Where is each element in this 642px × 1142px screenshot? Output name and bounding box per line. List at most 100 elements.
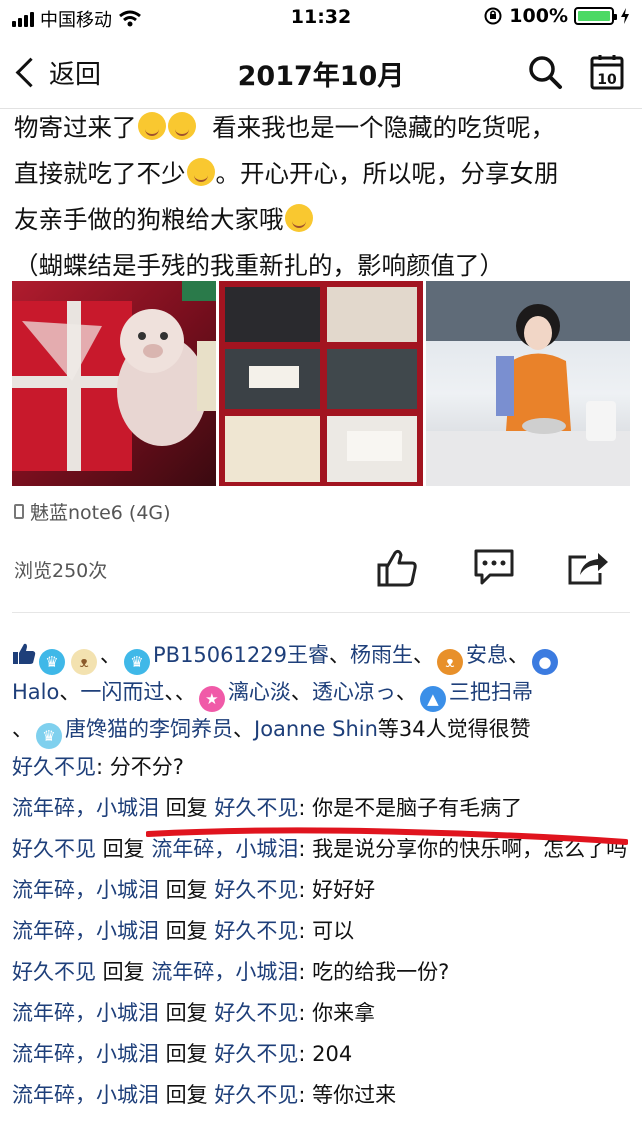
comment[interactable]: 好久不见: 分不分? bbox=[12, 752, 634, 782]
comment-text: : 等你过来 bbox=[298, 1083, 397, 1107]
photo-gift-box[interactable] bbox=[12, 281, 216, 486]
like-user-8[interactable]: 三把扫帚 bbox=[449, 680, 533, 704]
comment-author[interactable]: 流年碎，小城泪 bbox=[12, 796, 159, 820]
comment[interactable]: 流年碎，小城泪 回复 好久不见: 你是不是脑子有毛病了 bbox=[12, 793, 634, 823]
status-right: 100% bbox=[483, 5, 630, 27]
nav-bar: 返回 2017年10月 10 bbox=[0, 34, 642, 109]
comment-text: : 好好好 bbox=[298, 878, 376, 902]
comment-reply-to[interactable]: 流年碎，小城泪 bbox=[151, 837, 298, 861]
likes-line-1: ♛ ᴥ、 ♛ PB15061229王睿、杨雨生、 ᴥ 安息、 ● bbox=[12, 638, 634, 675]
charging-icon bbox=[621, 8, 629, 24]
comment-author[interactable]: 流年碎，小城泪 bbox=[12, 1083, 159, 1107]
comment-author[interactable]: 流年碎，小城泪 bbox=[12, 878, 159, 902]
calendar-day-label: 10 bbox=[597, 72, 617, 88]
comment-text: : 我是说分享你的快乐啊，怎么了吗 bbox=[298, 837, 628, 861]
gift-box-illustration bbox=[12, 281, 216, 471]
like-user-1[interactable]: PB15061229王睿 bbox=[153, 643, 329, 667]
comment-reply-word: 回复 bbox=[159, 1083, 215, 1107]
like-user-4[interactable]: Halo bbox=[12, 680, 59, 704]
rotation-lock-icon bbox=[484, 7, 502, 25]
like-separator: 、 bbox=[12, 717, 33, 741]
rocket-avatar-icon: ▲ bbox=[419, 686, 446, 712]
comment-text: : 可以 bbox=[298, 919, 355, 943]
likes-line-2: Halo、一闪而过、、 ★ 漓心淡、透心凉っ、 ▲ 三把扫帚 bbox=[12, 675, 634, 712]
comment[interactable]: 流年碎，小城泪 回复 好久不见: 你来拿 bbox=[12, 998, 634, 1028]
comment-reply-word: 回复 bbox=[159, 1001, 215, 1025]
photo-grid bbox=[12, 281, 630, 486]
like-user-7[interactable]: 透心凉っ bbox=[312, 680, 396, 704]
comment-text: : 吃的给我一份? bbox=[298, 960, 450, 984]
like-separator: 、 bbox=[174, 680, 196, 704]
post-body: 物寄过来了 看来我也是一个隐藏的吃货呢， 直接就吃了不少 。开心开心，所以呢，分享… bbox=[14, 105, 634, 289]
comment-reply-to[interactable]: 流年碎，小城泪 bbox=[151, 960, 298, 984]
like-user-3[interactable]: 安息 bbox=[466, 643, 508, 667]
comment-reply-word: 回复 bbox=[96, 837, 152, 861]
likes-suffix: 等34人觉得很赞 bbox=[377, 717, 531, 741]
cat-avatar-icon: ᴥ bbox=[71, 649, 97, 675]
blush-emoji-icon bbox=[284, 204, 313, 232]
like-user-9[interactable]: 唐馋猫的李饲养员 bbox=[65, 717, 233, 741]
comment-author[interactable]: 流年碎，小城泪 bbox=[12, 1001, 159, 1025]
food-box-illustration bbox=[225, 287, 417, 482]
comment-reply-to[interactable]: 好久不见 bbox=[214, 1001, 298, 1025]
comment-reply-to[interactable]: 好久不见 bbox=[214, 1083, 298, 1107]
comment-reply-to[interactable]: 好久不见 bbox=[214, 796, 298, 820]
comment-author[interactable]: 好久不见 bbox=[12, 755, 96, 779]
comment-text: : 204 bbox=[298, 1042, 353, 1066]
like-user-5[interactable]: 一闪而过 bbox=[80, 680, 164, 704]
comment-author[interactable]: 流年碎，小城泪 bbox=[12, 919, 159, 943]
comment-reply-word: 回复 bbox=[159, 1042, 215, 1066]
comment-author[interactable]: 流年碎，小城泪 bbox=[12, 1042, 159, 1066]
divider bbox=[12, 612, 630, 613]
likes-line-3: 、 ♛ 唐馋猫的李饲养员、Joanne Shin等34人觉得很赞 bbox=[12, 712, 634, 749]
star-avatar-icon: ★ bbox=[198, 686, 225, 712]
like-user-6[interactable]: 漓心淡 bbox=[228, 680, 291, 704]
comment[interactable]: 好久不见 回复 流年碎，小城泪: 吃的给我一份? bbox=[12, 957, 634, 987]
post-line-1: 物寄过来了 看来我也是一个隐藏的吃货呢， bbox=[14, 112, 556, 142]
comment-text: : 你来拿 bbox=[298, 1001, 376, 1025]
comment-reply-word: 回复 bbox=[159, 796, 215, 820]
smiling-face-emoji-icon bbox=[186, 158, 215, 186]
comment[interactable]: 流年碎，小城泪 回复 好久不见: 好好好 bbox=[12, 875, 634, 905]
like-user-2[interactable]: 杨雨生 bbox=[350, 643, 413, 667]
comment-text: : 分不分? bbox=[96, 755, 184, 779]
relieved-face-emoji-icon bbox=[137, 112, 166, 140]
post-line-3: 友亲手做的狗粮给大家哦 bbox=[14, 197, 634, 243]
photo-food-box[interactable] bbox=[219, 281, 423, 486]
view-count: 浏览250次 bbox=[14, 560, 108, 582]
comment-reply-word: 回复 bbox=[159, 919, 215, 943]
like-separator: 、 bbox=[100, 643, 121, 667]
photo-kitchen[interactable] bbox=[426, 281, 630, 486]
comment-text: : 你是不是脑子有毛病了 bbox=[298, 796, 523, 820]
likes-section: ♛ ᴥ、 ♛ PB15061229王睿、杨雨生、 ᴥ 安息、 ● Halo、一闪而过、、 ★ 漓… bbox=[12, 638, 634, 749]
battery-icon bbox=[574, 7, 617, 25]
crown-avatar-icon: ♛ bbox=[36, 723, 62, 749]
comment-reply-to[interactable]: 好久不见 bbox=[214, 919, 298, 943]
comments-list: 好久不见: 分不分? 流年碎，小城泪 回复 好久不见: 你是不是脑子有毛病了 好… bbox=[12, 752, 634, 1121]
comment-author[interactable]: 好久不见 bbox=[12, 960, 96, 984]
comment[interactable]: 流年碎，小城泪 回复 好久不见: 可以 bbox=[12, 916, 634, 946]
device-info: 魅蓝note6 (4G) bbox=[14, 498, 171, 525]
comment-reply-word: 回复 bbox=[159, 878, 215, 902]
bird-avatar-icon: ● bbox=[531, 649, 558, 675]
comment[interactable]: 流年碎，小城泪 回复 好久不见: 204 bbox=[12, 1039, 634, 1069]
like-thumb-icon[interactable] bbox=[375, 545, 419, 589]
like-user-10[interactable]: Joanne Shin bbox=[254, 717, 378, 741]
screen: 中国移动 11:32 100% 返回 2017年10月 10 物寄过来了 看来我… bbox=[0, 0, 642, 1142]
calendar-icon[interactable]: 10 bbox=[590, 54, 624, 90]
comment-reply-word: 回复 bbox=[96, 960, 152, 984]
comment[interactable]: 好久不见 回复 流年碎，小城泪: 我是说分享你的快乐啊，怎么了吗 bbox=[12, 834, 634, 864]
device-name: 魅蓝note6 (4G) bbox=[30, 502, 171, 524]
comment-icon[interactable] bbox=[472, 545, 516, 589]
comment[interactable]: 流年碎，小城泪 回复 好久不见: 等你过来 bbox=[12, 1080, 634, 1110]
battery-percent: 100% bbox=[509, 5, 568, 27]
share-icon[interactable] bbox=[566, 545, 610, 589]
comment-reply-to[interactable]: 好久不见 bbox=[214, 878, 298, 902]
comment-reply-to[interactable]: 好久不见 bbox=[214, 1042, 298, 1066]
relieved-face-emoji-icon bbox=[167, 112, 196, 140]
post-line-2: 直接就吃了不少 。开心开心，所以呢，分享女朋 bbox=[14, 158, 559, 188]
search-icon[interactable] bbox=[527, 54, 563, 90]
comment-author[interactable]: 好久不见 bbox=[12, 837, 96, 861]
crown-avatar-icon: ♛ bbox=[39, 649, 65, 675]
phone-icon bbox=[14, 504, 24, 519]
